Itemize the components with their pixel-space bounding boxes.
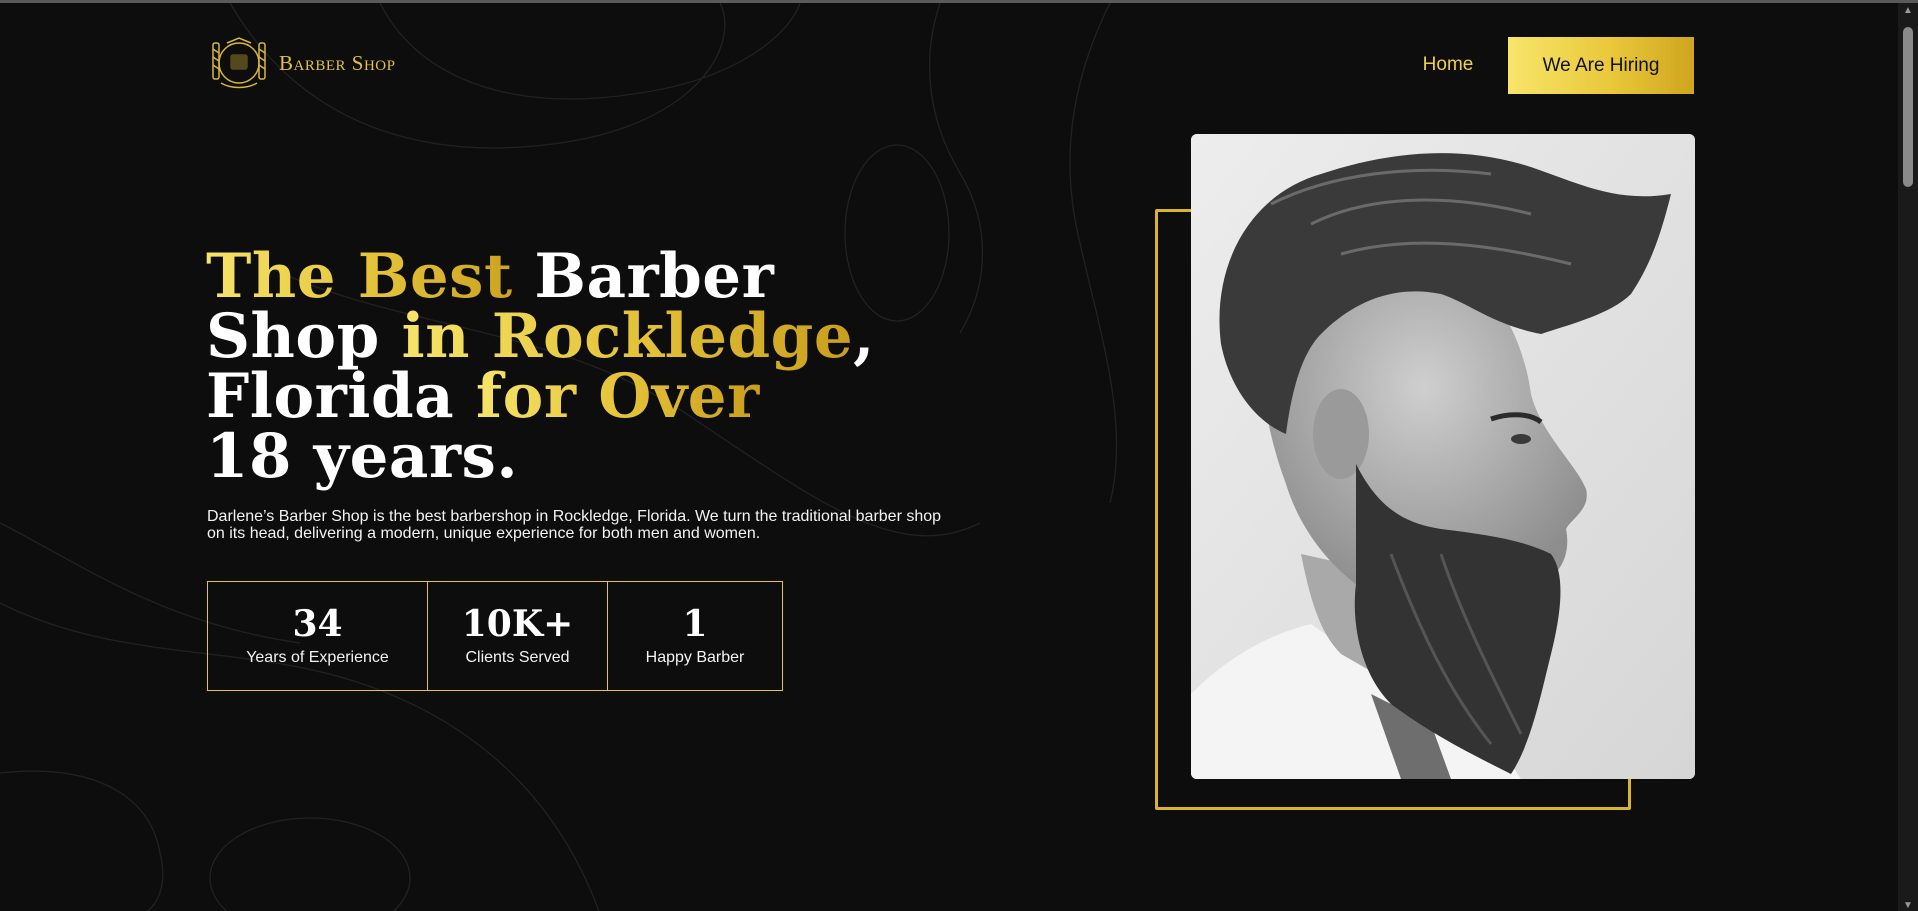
barber-client-portrait <box>1191 134 1695 779</box>
triangle-down-icon[interactable]: ▼ <box>1898 898 1918 911</box>
stat-value: 34 <box>292 603 343 645</box>
stat-label: Clients Served <box>465 649 570 666</box>
portrait-illustration <box>1191 134 1695 779</box>
stat-value: 10K+ <box>461 603 574 645</box>
we-are-hiring-button[interactable]: We Are Hiring <box>1508 37 1694 94</box>
stat-label: Years of Experience <box>246 649 389 666</box>
hero-title-highlight: for Over <box>475 361 760 432</box>
page-scrollbar[interactable]: ▲ ▼ <box>1898 3 1918 911</box>
stat-clients-served: 10K+ Clients Served <box>427 581 608 691</box>
page: Barber Shop Home We Are Hiring The Best … <box>0 0 1918 911</box>
stat-label: Happy Barber <box>645 649 745 666</box>
scroll-thumb[interactable] <box>1903 27 1913 187</box>
stat-years-experience: 34 Years of Experience <box>207 581 428 691</box>
triangle-up-icon[interactable]: ▲ <box>1898 3 1918 19</box>
stats-row: 34 Years of Experience 10K+ Clients Serv… <box>207 581 783 691</box>
hero-title-text: 18 years. <box>206 421 519 492</box>
stat-happy-barber: 1 Happy Barber <box>607 581 783 691</box>
stat-value: 1 <box>682 603 708 645</box>
brand-logo[interactable]: Barber Shop <box>207 35 395 91</box>
hero-description: Darlene’s Barber Shop is the best barber… <box>207 508 942 542</box>
nav-home-link[interactable]: Home <box>1408 37 1488 93</box>
barber-pole-emblem-icon <box>212 37 266 89</box>
hero-title-text: , <box>853 301 875 372</box>
hero-title: The Best Barber Shop in Rockledge, Flori… <box>206 246 966 487</box>
brand-name: Barber Shop <box>279 50 396 75</box>
